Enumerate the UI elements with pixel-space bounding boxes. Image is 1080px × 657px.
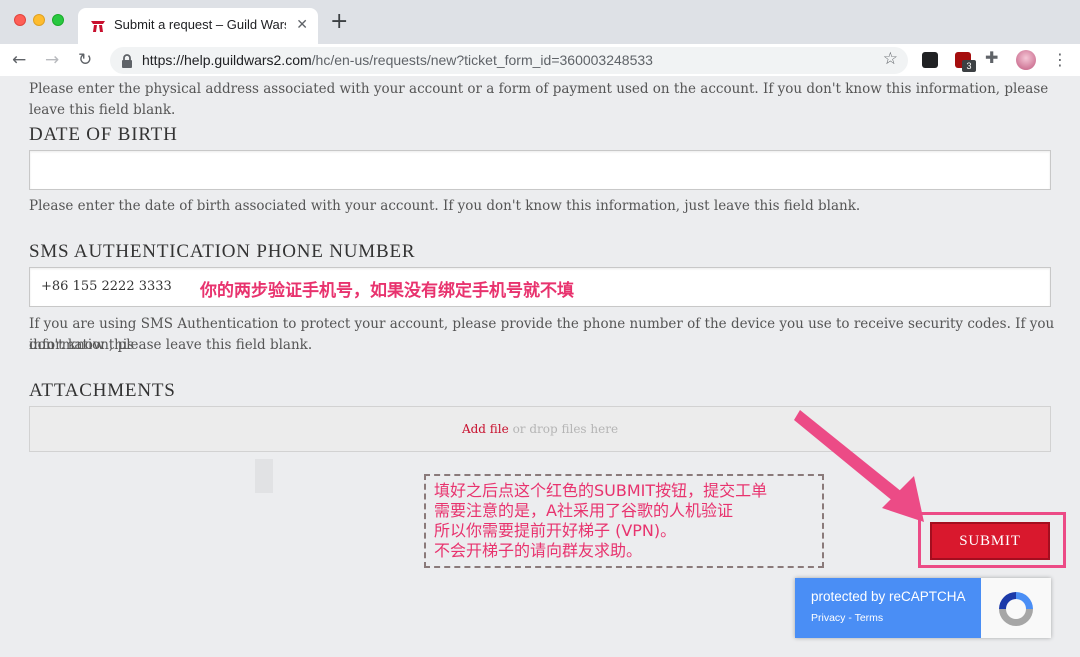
callout-line-2: 需要注意的是，A社采用了谷歌的人机验证 (434, 501, 733, 520)
close-tab-icon[interactable]: ✕ (296, 17, 308, 33)
tab-title: Submit a request – Guild Wars (114, 17, 286, 32)
submit-button[interactable]: SUBMIT (930, 522, 1050, 560)
sms-phone-label: SMS AUTHENTICATION PHONE NUMBER (29, 241, 416, 262)
url-path: /hc/en-us/requests/new?ticket_form_id=36… (311, 52, 653, 68)
instruction-callout: 填好之后点这个红色的SUBMIT按钮，提交工单 需要注意的是，A社采用了谷歌的人… (424, 474, 824, 568)
browser-tab-active[interactable]: Submit a request – Guild Wars ✕ (78, 8, 318, 44)
request-form-page: Please enter the physical address associ… (0, 76, 1080, 657)
callout-line-4: 不会开梯子的请向群友求助。 (434, 541, 643, 560)
recaptcha-terms-link[interactable]: Terms (855, 612, 884, 624)
guild-wars-favicon-icon (91, 21, 105, 32)
recaptcha-links: Privacy - Terms (811, 612, 883, 624)
back-button[interactable]: ← (12, 48, 26, 72)
dob-help-text: Please enter the date of birth associate… (29, 198, 861, 214)
minimize-window-button[interactable] (33, 14, 45, 26)
sms-help-line2: information, please leave this field bla… (29, 337, 313, 353)
reload-button[interactable]: ↻ (78, 48, 92, 72)
url-text: https://help.guildwars2.com/hc/en-us/req… (142, 52, 653, 68)
url-host: https://help.guildwars2.com (142, 52, 312, 68)
sms-annotation: 你的两步验证手机号，如果没有绑定手机号就不填 (200, 281, 574, 301)
address-bar[interactable]: https://help.guildwars2.com/hc/en-us/req… (110, 47, 908, 74)
bookmark-star-icon[interactable]: ☆ (883, 49, 898, 69)
recaptcha-logo-icon (999, 592, 1033, 626)
address-help-text: Please enter the physical address associ… (29, 81, 1049, 118)
callout-line-3: 所以你需要提前开好梯子 (VPN)。 (434, 521, 677, 540)
close-window-button[interactable] (14, 14, 26, 26)
recaptcha-panel: protected by reCAPTCHA Privacy - Terms (795, 578, 981, 638)
sms-phone-value: +86 155 2222 3333 (41, 279, 172, 294)
recaptcha-separator: - (845, 612, 855, 624)
extension-icon[interactable] (922, 52, 938, 68)
browser-toolbar: ← → ↻ https://help.guildwars2.com/hc/en-… (0, 44, 1080, 76)
browser-menu-icon[interactable]: ⋮ (1052, 48, 1068, 72)
recaptcha-badge[interactable]: protected by reCAPTCHA Privacy - Terms (795, 578, 1051, 638)
hidden-element-placeholder (255, 459, 273, 493)
new-tab-button[interactable]: + (330, 10, 348, 34)
callout-line-1: 填好之后点这个红色的SUBMIT按钮，提交工单 (434, 481, 768, 500)
lock-icon (122, 54, 132, 68)
recaptcha-privacy-link[interactable]: Privacy (811, 612, 845, 624)
dob-label: DATE OF BIRTH (29, 124, 178, 145)
profile-avatar[interactable] (1016, 50, 1036, 70)
recaptcha-title: protected by reCAPTCHA (811, 589, 966, 604)
add-file-link[interactable]: Add file (462, 422, 509, 436)
forward-button[interactable]: → (45, 48, 59, 72)
attachments-label: ATTACHMENTS (29, 380, 176, 401)
browser-tab-strip: Submit a request – Guild Wars ✕ + (0, 0, 1080, 44)
extensions-puzzle-icon[interactable]: ✚ (985, 48, 998, 67)
maximize-window-button[interactable] (52, 14, 64, 26)
extension-badge: 3 (962, 60, 976, 72)
dob-input[interactable] (29, 150, 1051, 190)
drop-files-hint: or drop files here (512, 422, 619, 436)
